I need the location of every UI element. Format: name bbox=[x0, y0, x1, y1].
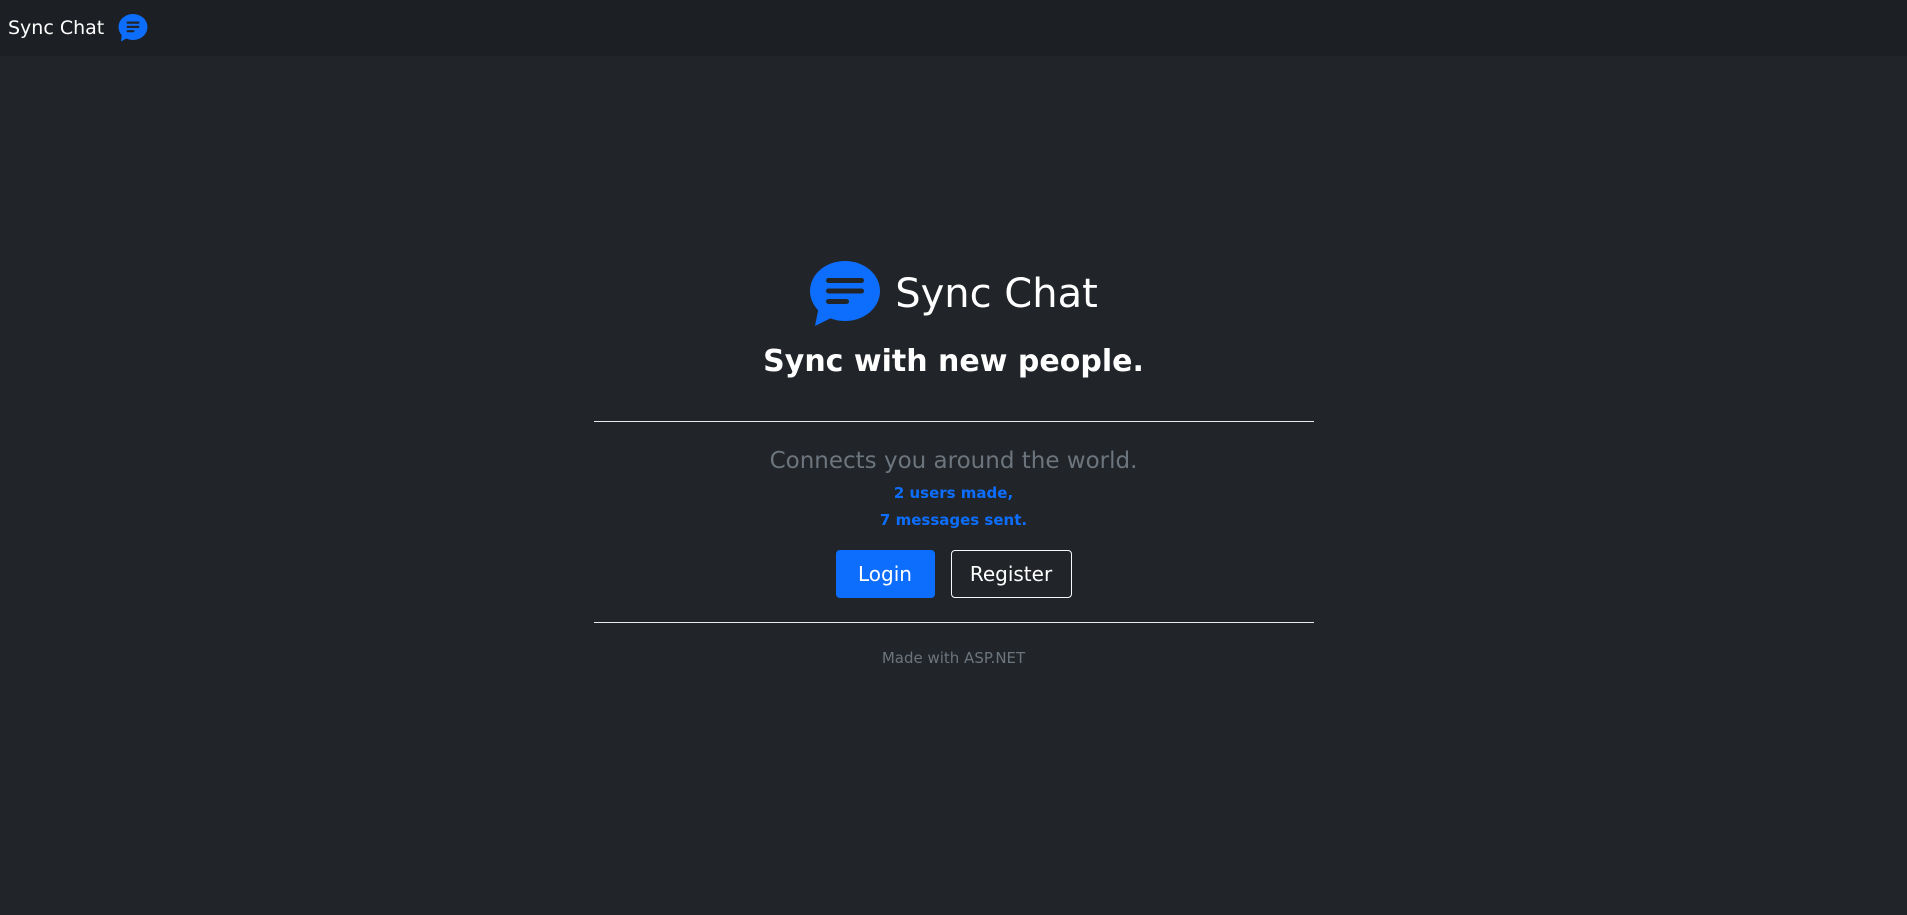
register-button[interactable]: Register bbox=[950, 550, 1072, 598]
top-navbar: Sync Chat bbox=[0, 0, 1907, 56]
users-stat: 2 users made, bbox=[893, 484, 1014, 502]
divider-top bbox=[593, 421, 1314, 422]
hero-title-row: Sync Chat bbox=[809, 258, 1098, 330]
navbar-brand-label: Sync Chat bbox=[8, 17, 105, 39]
navbar-brand-link[interactable]: Sync Chat bbox=[8, 13, 148, 43]
login-button[interactable]: Login bbox=[835, 550, 935, 598]
messages-stat: 7 messages sent. bbox=[879, 511, 1028, 529]
divider-bottom bbox=[593, 622, 1314, 623]
hero-title: Sync Chat bbox=[895, 271, 1098, 317]
tagline: Sync with new people. bbox=[763, 344, 1144, 379]
chat-bubble-icon bbox=[809, 260, 881, 328]
subtitle: Connects you around the world. bbox=[769, 448, 1138, 474]
action-buttons: Login Register bbox=[835, 550, 1072, 598]
hero-section: Sync Chat Sync with new people. Connects… bbox=[0, 258, 1907, 667]
chat-bubble-icon bbox=[118, 13, 148, 43]
footer-note: Made with ASP.NET bbox=[881, 649, 1026, 667]
